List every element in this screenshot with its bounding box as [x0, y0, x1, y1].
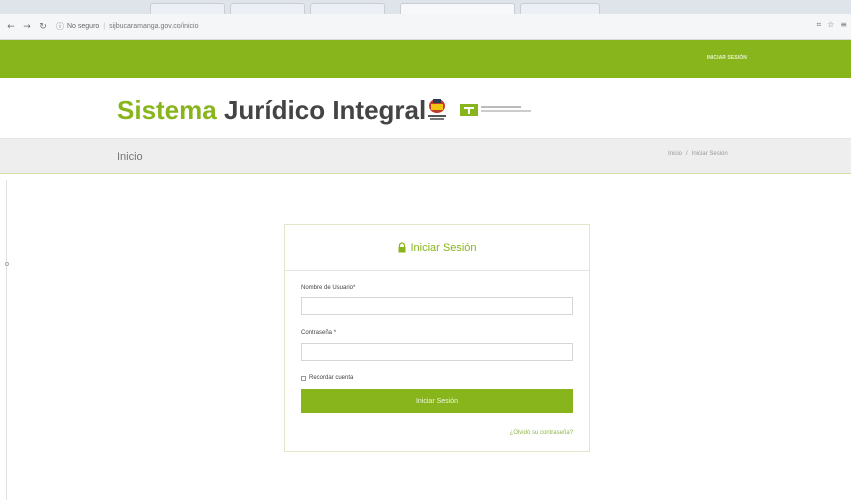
top-nav-bar: INICIAR SESIÓN: [0, 40, 851, 78]
city-seal-logo: [428, 99, 446, 120]
remember-account[interactable]: Recordar cuenta: [301, 375, 353, 381]
bookmark-star-icon[interactable]: ☆: [827, 20, 834, 30]
browser-toolbar-actions: ⌗ ☆ ≡: [817, 20, 847, 30]
password-label-text: Contraseña: [301, 330, 333, 336]
forward-icon[interactable]: →: [22, 22, 32, 32]
subheader-bar: Inicio Inicio / Iniciar Sesión: [0, 138, 851, 174]
lock-icon: [398, 242, 406, 253]
login-panel-header: Iniciar Sesión: [285, 225, 589, 271]
reload-icon[interactable]: ↻: [38, 22, 48, 32]
browser-tab[interactable]: [150, 3, 225, 14]
forgot-password-link[interactable]: ¿Olvidó su contraseña?: [510, 430, 573, 436]
address-bar[interactable]: ⓘ No seguro | sijbucaramanga.gov.co/inic…: [56, 20, 851, 34]
site-brand[interactable]: Sistema Jurídico Integral: [117, 95, 426, 126]
password-input[interactable]: [301, 343, 573, 361]
login-submit-button[interactable]: Iniciar Sesión: [301, 389, 573, 413]
username-input[interactable]: [301, 297, 573, 315]
security-label: No seguro: [67, 23, 100, 30]
login-panel: Iniciar Sesión Nombre de Usuario* Contra…: [284, 224, 590, 452]
required-mark: *: [333, 330, 337, 336]
browser-tabstrip: [0, 0, 851, 14]
government-logo: [460, 104, 531, 116]
page-title: Inicio: [117, 151, 143, 163]
browser-tab[interactable]: [520, 3, 600, 14]
nav-login-link[interactable]: INICIAR SESIÓN: [707, 55, 747, 61]
brand-part1: Sistema: [117, 95, 217, 125]
translate-icon[interactable]: ⌗: [817, 20, 822, 30]
breadcrumb-separator: /: [686, 151, 688, 157]
browser-tab-active[interactable]: [400, 3, 515, 14]
username-label: Nombre de Usuario*: [301, 285, 355, 291]
breadcrumb-home-link[interactable]: Inicio: [668, 151, 682, 157]
url-text: sijbucaramanga.gov.co/inicio: [109, 23, 199, 30]
browser-tab[interactable]: [230, 3, 305, 14]
left-divider: [6, 180, 7, 500]
brand-part2: Jurídico Integral: [223, 95, 427, 125]
back-icon[interactable]: ←: [6, 22, 16, 32]
remember-checkbox[interactable]: [301, 375, 306, 381]
info-icon[interactable]: ⓘ: [56, 21, 64, 32]
login-title: Iniciar Sesión: [410, 241, 477, 254]
browser-toolbar: ← → ↻ ⓘ No seguro | sijbucaramanga.gov.c…: [0, 14, 851, 40]
remember-label: Recordar cuenta: [309, 375, 354, 381]
address-separator: |: [103, 23, 106, 30]
username-label-text: Nombre de Usuario: [301, 285, 354, 291]
menu-icon[interactable]: ≡: [840, 20, 847, 30]
left-handle: [5, 262, 9, 266]
browser-tab[interactable]: [310, 3, 385, 14]
password-label: Contraseña *: [301, 330, 336, 336]
breadcrumb-current: Iniciar Sesión: [691, 151, 728, 157]
required-mark: *: [353, 285, 356, 291]
breadcrumb: Inicio / Iniciar Sesión: [668, 151, 728, 157]
